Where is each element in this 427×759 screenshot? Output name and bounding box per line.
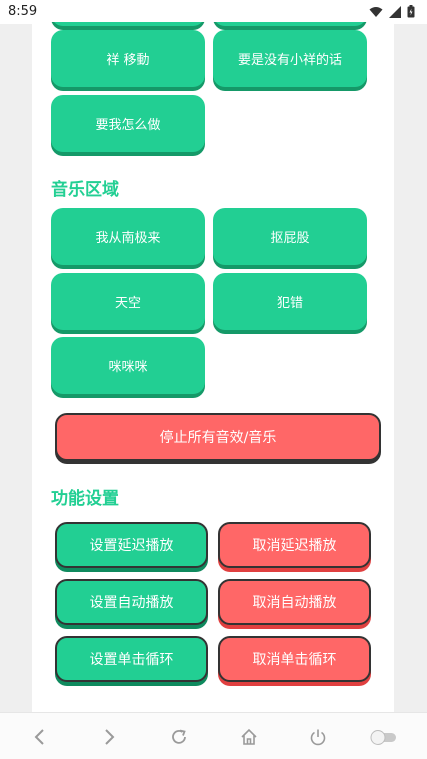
music-button[interactable]: 抠屁股 (213, 208, 367, 265)
music-button[interactable]: 我从南极来 (51, 208, 205, 265)
sound-button-hidden-2[interactable] (213, 22, 367, 26)
music-button[interactable]: 天空 (51, 273, 205, 330)
reload-icon (172, 729, 186, 744)
sound-button[interactable]: 要我怎么做 (51, 95, 205, 152)
cancel-click-loop-button[interactable]: 取消单击循环 (218, 636, 371, 682)
sound-button[interactable]: 祥 移動 (51, 30, 205, 87)
bottom-nav-bar (0, 712, 427, 759)
reload-button[interactable] (167, 725, 191, 749)
wifi-icon (369, 6, 383, 17)
stop-all-button[interactable]: 停止所有音效/音乐 (55, 413, 381, 461)
set-click-loop-button[interactable]: 设置单击循环 (55, 636, 208, 682)
music-button[interactable]: 犯错 (213, 273, 367, 330)
cancel-autoplay-button[interactable]: 取消自动播放 (218, 579, 371, 625)
section-title-music: 音乐区域 (51, 180, 119, 200)
status-bar: 8:59 (0, 0, 427, 24)
back-icon (34, 729, 44, 745)
forward-button[interactable] (97, 725, 121, 749)
power-icon (310, 729, 326, 746)
set-autoplay-button[interactable]: 设置自动播放 (55, 579, 208, 625)
toggle-switch[interactable] (368, 725, 400, 749)
music-button[interactable]: 咪咪咪 (51, 337, 205, 394)
section-title-settings: 功能设置 (51, 489, 119, 509)
status-icons (369, 5, 415, 18)
set-delay-button[interactable]: 设置延迟播放 (55, 522, 208, 568)
status-time: 8:59 (8, 4, 38, 19)
signal-icon (389, 5, 401, 18)
page-content: 祥 移動 要是没有小祥的话 要我怎么做 音乐区域 我从南极来 抠屁股 天空 犯错… (32, 22, 394, 712)
power-button[interactable] (306, 725, 330, 749)
back-button[interactable] (28, 725, 52, 749)
cancel-delay-button[interactable]: 取消延迟播放 (218, 522, 371, 568)
sound-button-hidden-1[interactable] (51, 22, 205, 26)
battery-icon (407, 5, 415, 18)
home-button[interactable] (237, 725, 261, 749)
forward-icon (105, 729, 115, 745)
home-icon (241, 728, 257, 745)
sound-button[interactable]: 要是没有小祥的话 (213, 30, 367, 87)
toggle-icon (370, 730, 396, 745)
